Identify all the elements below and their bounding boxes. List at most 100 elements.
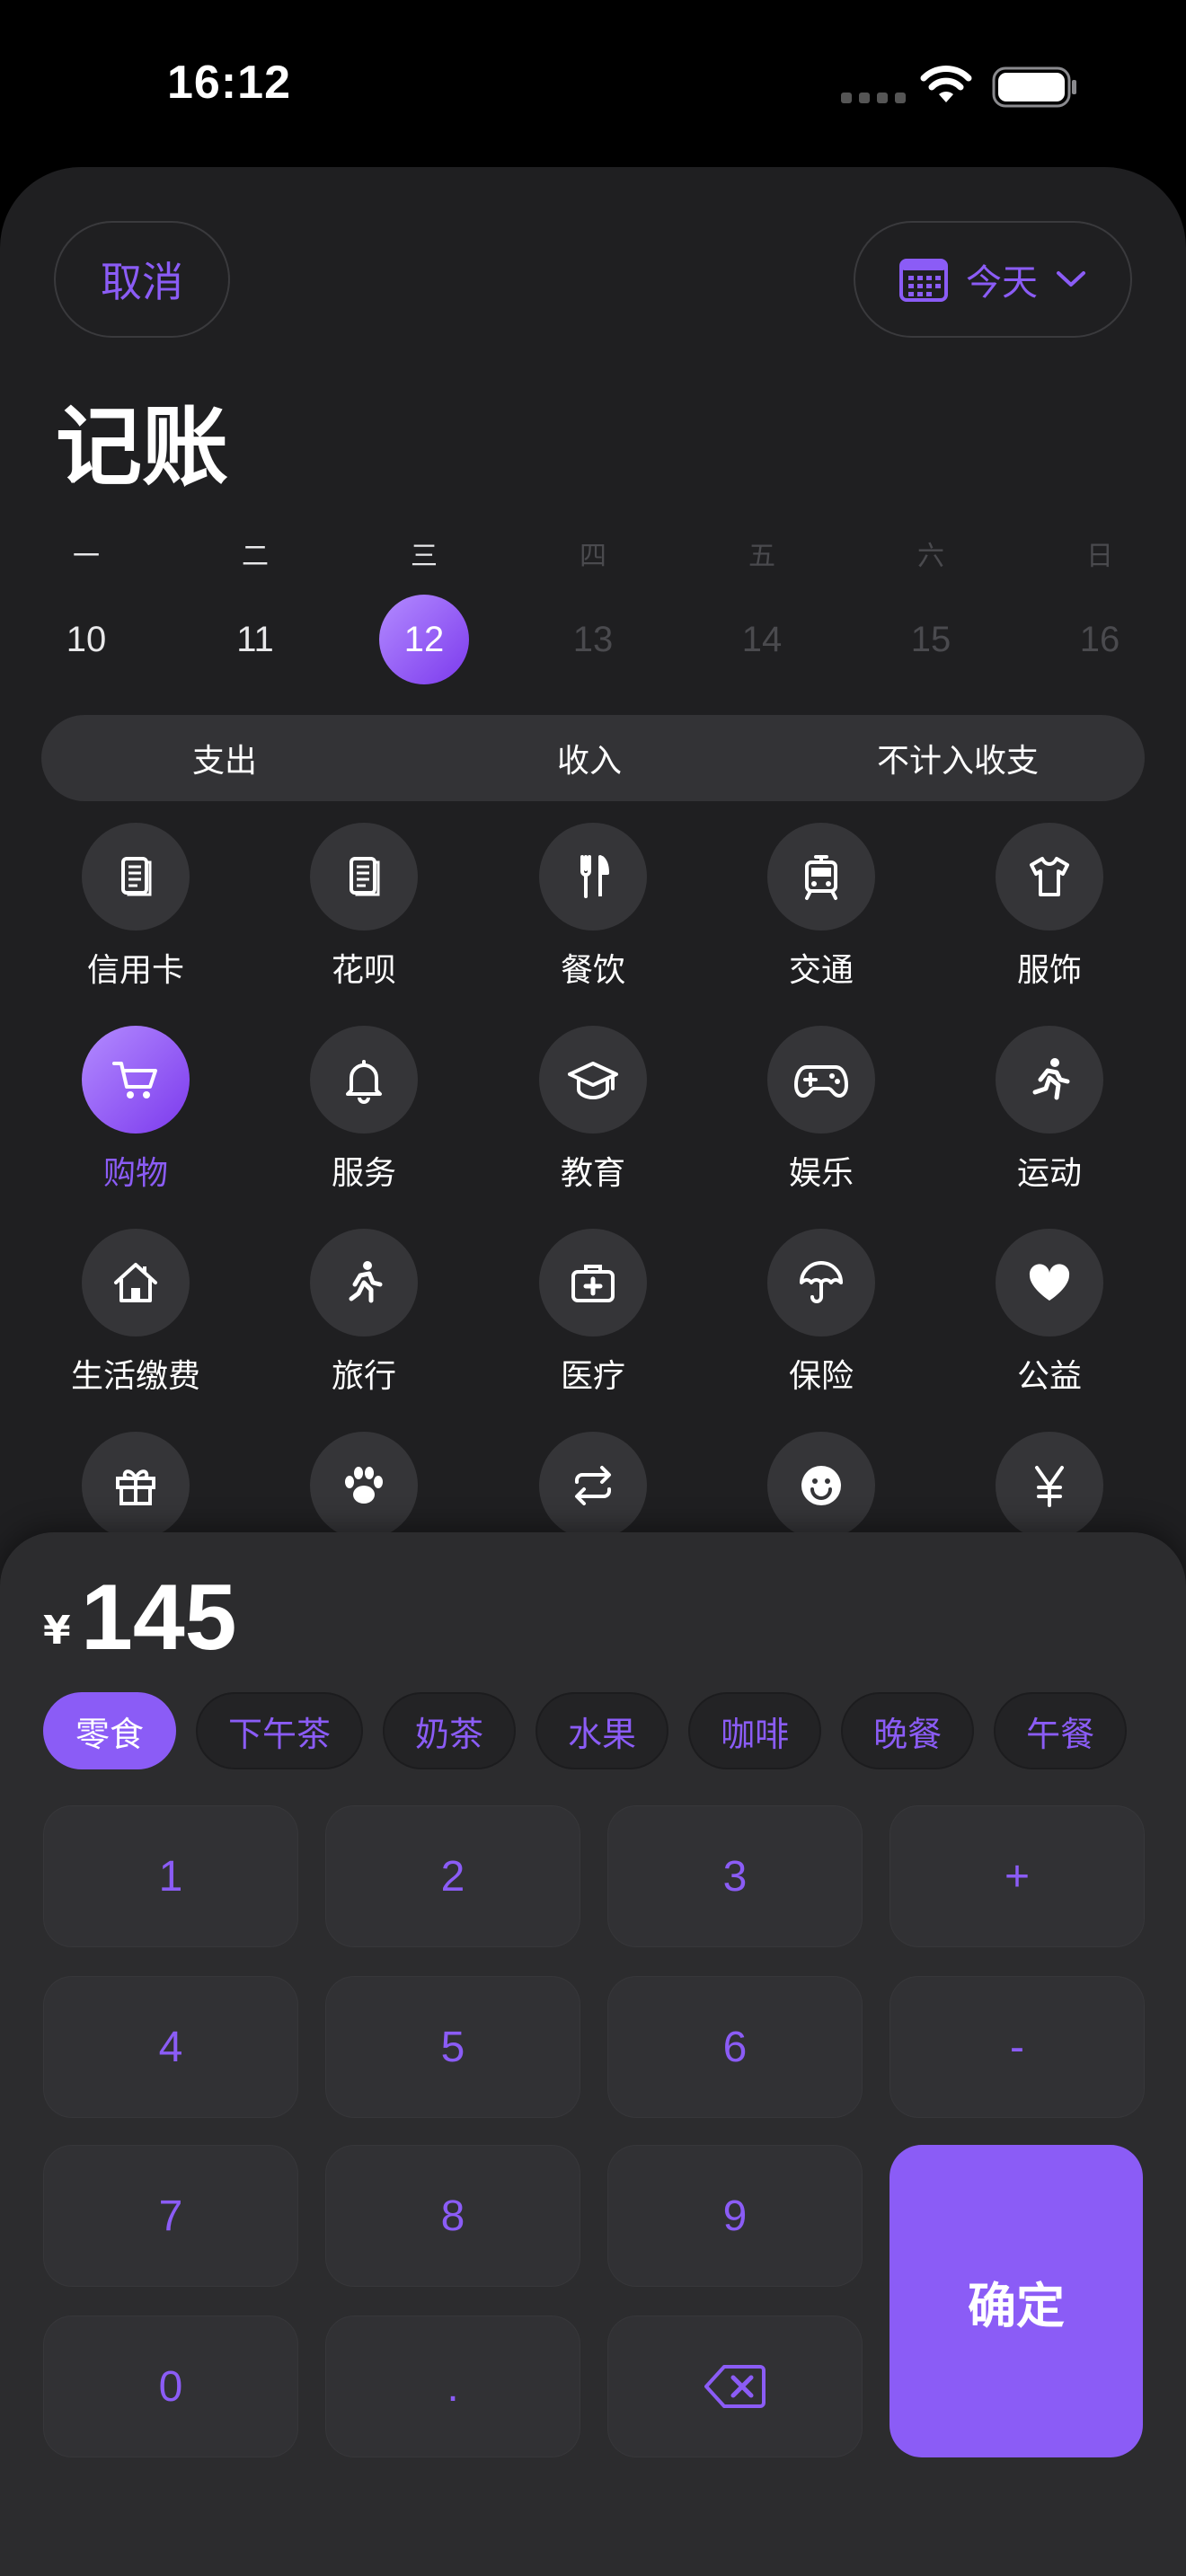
tshirt-icon	[1030, 857, 1069, 896]
umbrella-icon	[800, 1261, 843, 1303]
category-education[interactable]: 教育	[494, 1026, 692, 1196]
weekday-label: 四	[580, 541, 606, 572]
key-1[interactable]: 1	[43, 1805, 298, 1947]
category-service[interactable]: 服务	[265, 1026, 463, 1196]
house-icon	[114, 1263, 157, 1302]
bill-icon	[350, 857, 380, 896]
tag-chip[interactable]: 零食	[43, 1692, 177, 1769]
date-label: 今天	[966, 262, 1038, 304]
day-number: 14	[741, 620, 783, 659]
week-day-fri[interactable]: 五 14	[717, 539, 807, 684]
category-medical[interactable]: 医疗	[494, 1229, 692, 1399]
key-6[interactable]: 6	[607, 1976, 863, 2118]
key-dot[interactable]: .	[325, 2316, 580, 2457]
key-0[interactable]: 0	[43, 2316, 298, 2457]
category-label: 运动	[1016, 1155, 1082, 1192]
category-entertainment[interactable]: 娱乐	[722, 1026, 920, 1196]
week-day-sun[interactable]: 日 16	[1055, 539, 1145, 684]
category-utilities[interactable]: 生活缴费	[37, 1229, 235, 1399]
category-label: 娱乐	[788, 1155, 854, 1192]
transfer-icon	[575, 1466, 611, 1505]
calendar-icon	[899, 259, 948, 302]
week-day-mon[interactable]: 一 10	[41, 539, 131, 684]
category-label: 旅行	[331, 1358, 396, 1395]
segment-expense[interactable]: 支出	[47, 720, 403, 796]
day-number: 11	[236, 620, 274, 659]
category-huabei[interactable]: 花呗	[265, 823, 463, 993]
tram-icon	[805, 855, 837, 900]
segment-income[interactable]: 收入	[412, 720, 767, 796]
category-finance[interactable]	[951, 1432, 1148, 1539]
smile-icon	[801, 1466, 841, 1505]
weekday-label: 六	[917, 541, 944, 572]
week-day-wed[interactable]: 三 12	[379, 539, 469, 684]
key-plus[interactable]: +	[890, 1805, 1145, 1947]
signal-dots-icon	[841, 93, 906, 103]
category-dining[interactable]: 餐饮	[494, 823, 692, 993]
amount-display: 145	[81, 1566, 237, 1670]
quick-tags: 零食 下午茶 奶茶 水果 咖啡 晚餐 午餐	[43, 1692, 1143, 1773]
backspace-button[interactable]	[607, 2316, 863, 2457]
gift-icon	[116, 1469, 155, 1505]
day-number: 12	[379, 595, 469, 684]
weekday-label: 一	[73, 541, 100, 572]
currency-symbol: ¥	[43, 1608, 71, 1654]
category-label: 服务	[331, 1155, 396, 1192]
cancel-button[interactable]: 取消	[54, 221, 230, 338]
fork-knife-icon	[580, 855, 609, 898]
type-segmented-control: 支出 收入 不计入收支	[41, 715, 1145, 801]
week-day-sat[interactable]: 六 15	[886, 539, 976, 684]
category-label: 服饰	[1016, 952, 1082, 989]
backspace-icon	[704, 2365, 766, 2408]
category-label: 交通	[788, 952, 854, 989]
tag-chip[interactable]: 下午茶	[196, 1692, 364, 1769]
category-charity[interactable]: 公益	[951, 1229, 1148, 1399]
key-2[interactable]: 2	[325, 1805, 580, 1947]
category-label: 生活缴费	[70, 1358, 200, 1395]
day-number: 10	[66, 620, 107, 659]
category-shopping[interactable]: 购物	[37, 1026, 235, 1196]
day-number: 13	[572, 620, 614, 659]
category-label: 信用卡	[86, 952, 184, 989]
category-label: 公益	[1016, 1358, 1082, 1395]
battery-icon	[992, 66, 1076, 108]
segment-excluded[interactable]: 不计入收支	[780, 720, 1136, 796]
credit-card-icon	[121, 857, 152, 896]
category-credit-card[interactable]: 信用卡	[37, 823, 235, 993]
key-9[interactable]: 9	[607, 2145, 863, 2287]
week-day-tue[interactable]: 二 11	[210, 539, 300, 684]
yen-icon	[1035, 1466, 1064, 1507]
key-5[interactable]: 5	[325, 1976, 580, 2118]
tag-chip[interactable]: 水果	[535, 1692, 669, 1769]
status-bar: 16:12	[0, 0, 1186, 171]
category-gift[interactable]	[37, 1432, 235, 1539]
key-4[interactable]: 4	[43, 1976, 298, 2118]
tag-chip[interactable]: 晚餐	[841, 1692, 975, 1769]
category-transport[interactable]: 交通	[722, 823, 920, 993]
tag-chip[interactable]: 午餐	[994, 1692, 1128, 1769]
page-title: 记账	[56, 397, 228, 498]
category-label: 购物	[102, 1155, 168, 1192]
key-3[interactable]: 3	[607, 1805, 863, 1947]
category-label: 教育	[560, 1155, 625, 1192]
confirm-button[interactable]: 确定	[890, 2145, 1143, 2457]
category-social[interactable]	[722, 1432, 920, 1539]
running-icon	[1032, 1058, 1070, 1100]
key-minus[interactable]: -	[890, 1976, 1145, 2118]
date-picker-button[interactable]: 今天	[854, 221, 1132, 338]
week-day-thu[interactable]: 四 13	[548, 539, 638, 684]
category-sports[interactable]: 运动	[951, 1026, 1148, 1196]
key-8[interactable]: 8	[325, 2145, 580, 2287]
tag-chip[interactable]: 奶茶	[383, 1692, 517, 1769]
heart-icon	[1029, 1264, 1070, 1301]
category-label: 保险	[788, 1358, 854, 1395]
paw-icon	[345, 1467, 383, 1504]
key-7[interactable]: 7	[43, 2145, 298, 2287]
category-pet[interactable]	[265, 1432, 463, 1539]
category-clothing[interactable]: 服饰	[951, 823, 1148, 993]
category-insurance[interactable]: 保险	[722, 1229, 920, 1399]
category-travel[interactable]: 旅行	[265, 1229, 463, 1399]
tag-chip[interactable]: 咖啡	[688, 1692, 822, 1769]
day-number: 16	[1079, 620, 1120, 659]
category-transfer[interactable]	[494, 1432, 692, 1539]
